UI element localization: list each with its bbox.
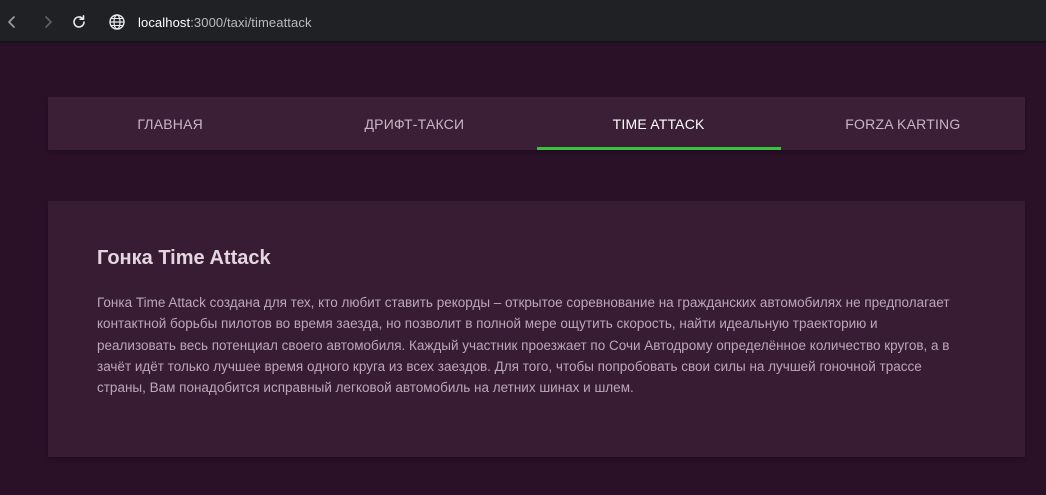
url-host: localhost	[138, 14, 191, 30]
forward-button[interactable]	[36, 10, 60, 34]
tab-forza-karting[interactable]: FORZA KARTING	[781, 97, 1025, 150]
reload-icon	[73, 15, 85, 28]
url-path: :3000/taxi/timeattack	[190, 14, 312, 30]
card-text: Гонка Time Attack создана для тех, кто л…	[97, 295, 950, 396]
tab-bar: ГЛАВНАЯ ДРИФТ-ТАКСИ TIME ATTACK FORZA KA…	[48, 97, 1025, 150]
url-text: localhost:3000/taxi/timeattack	[138, 15, 312, 30]
chevron-right-icon	[45, 16, 52, 28]
address-bar[interactable]: localhost:3000/taxi/timeattack	[102, 7, 312, 37]
reload-button[interactable]	[67, 10, 91, 34]
tab-home[interactable]: ГЛАВНАЯ	[48, 97, 292, 150]
page-body: ГЛАВНАЯ ДРИФТ-ТАКСИ TIME ATTACK FORZA KA…	[0, 43, 1046, 495]
globe-icon	[109, 14, 125, 30]
content-card: Гонка Time Attack Гонка Time Attack созд…	[48, 201, 1025, 457]
tab-time-attack[interactable]: TIME ATTACK	[536, 97, 782, 150]
card-title: Гонка Time Attack	[97, 247, 271, 269]
chevron-left-icon	[8, 16, 15, 28]
tab-drift-taxi[interactable]: ДРИФТ-ТАКСИ	[292, 97, 536, 150]
browser-toolbar: localhost:3000/taxi/timeattack	[0, 0, 1046, 43]
back-button[interactable]	[0, 10, 24, 34]
